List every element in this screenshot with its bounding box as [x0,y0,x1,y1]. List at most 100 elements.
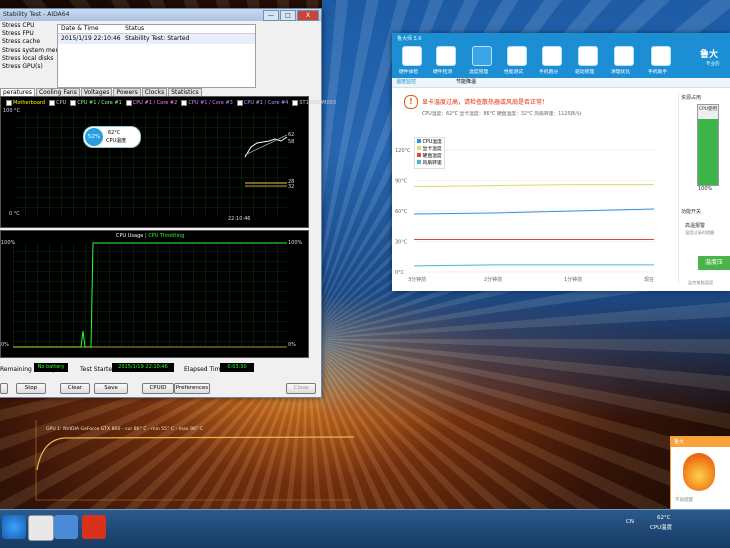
close-button[interactable]: X [297,10,319,21]
save-button[interactable]: Save [94,383,128,394]
legend-swatch [417,153,421,157]
badge-label: CPU温度 [106,138,127,144]
checkbox-icon[interactable] [125,100,132,106]
tab-temp-monitor[interactable]: 温度监控 [396,78,416,87]
stress-cpu-option[interactable]: Stress CPU [2,22,56,30]
badge-percent: 52% [85,128,103,146]
hardware-detect-icon[interactable] [436,46,456,66]
legend-item[interactable]: ST1000DM003 [292,100,336,106]
legend-swatch [417,139,421,143]
checkbox-icon[interactable] [6,100,12,106]
nav-cleanup[interactable]: 清理优化 [611,68,630,75]
broom-icon[interactable] [614,46,634,66]
language-indicator[interactable]: CN [626,519,634,525]
legend-item[interactable]: CPU #1 / Core #3 [181,100,233,106]
close-dialog-button[interactable]: Close [286,383,316,394]
stress-options-list: Stress CPU Stress FPU Stress cache Stres… [2,22,71,71]
stress-cache-option[interactable]: Stress cache [2,38,56,46]
datetime-header[interactable]: Date & Time [58,25,125,33]
legend-swatch [417,160,421,164]
tray-temp-label: CPU温度 [650,525,673,531]
phone-score-icon[interactable] [542,46,562,66]
app-taskbar-icon[interactable] [82,515,106,539]
legend-disk[interactable]: 硬盘温度 [417,153,442,160]
legend-swatch [417,146,421,150]
table-row[interactable]: 2015/1/19 22:10:46 Stability Test: Start… [58,34,255,44]
start-button[interactable] [0,383,8,394]
nav-performance[interactable]: 性能测试 [504,68,523,75]
high-temp-alarm[interactable]: 高温报警 [685,222,705,229]
aida-title: Stability Test - AIDA64 [3,11,70,18]
x-tick-label: 2分钟前 [484,276,502,283]
ie-icon[interactable] [2,515,26,539]
legend-item[interactable]: Motherboard [6,100,45,106]
legend-cpu[interactable]: CPU温度 [417,139,442,146]
nav-phone-assistant[interactable]: 手机助手 [648,68,667,75]
nav-phone-score[interactable]: 手机跑分 [539,68,558,75]
battery-value: No battery [34,363,68,372]
row-status: Stability Test: Started [125,35,190,42]
usage-label: CPU Usage [116,233,144,239]
ludashi-brand: 鲁大 [700,50,719,60]
legend-item[interactable]: CPU [49,100,66,106]
legend-gpu[interactable]: 显卡温度 [417,146,442,153]
driver-icon[interactable] [578,46,598,66]
legend-item[interactable]: CPU #1 / Core #2 [125,100,177,106]
checkbox-icon[interactable] [236,100,243,106]
maximize-button[interactable]: □ [280,10,296,21]
series-line [413,264,654,267]
resource-panel: 资源占用 CPU使用 100% 功能开关 高温报警 温度过高时提醒 温度压 监控… [678,88,730,288]
stop-button[interactable]: Stop [16,383,46,394]
performance-icon[interactable] [507,46,527,66]
preferences-button[interactable]: Preferences [174,383,210,394]
y-tick-label: 120°C [395,148,411,154]
nav-temperature[interactable]: 温度管理 [469,68,488,75]
temperature-icon[interactable] [472,46,492,66]
stress-gpu-option[interactable]: Stress GPU(s) [2,63,56,71]
warning-icon: ! [404,95,418,109]
cpu-usage-meter: CPU使用 [697,104,719,186]
temp-time-label: 22:10:46 [228,216,251,222]
row-datetime: 2015/1/19 22:10:46 [61,35,121,42]
nav-hardware-detect[interactable]: 硬件检测 [433,68,452,75]
aida-taskbar-icon[interactable] [28,515,54,541]
checkbox-icon[interactable] [181,100,188,106]
legend-item[interactable]: CPU #1 / Core #1 [70,100,122,106]
tab-energy-saving[interactable]: 节能降温 [456,78,476,87]
temp-y-bottom: 0 °C [9,211,20,217]
y-tick-label: 0°C [395,270,405,276]
nav-hardware-check[interactable]: 硬件体检 [399,68,418,75]
cpu-usage-label: CPU使用 [698,107,718,112]
legend-fan[interactable]: 风扇转速 [417,160,442,167]
checkbox-icon[interactable] [49,100,56,106]
nav-driver[interactable]: 驱动管理 [575,68,594,75]
checkbox-icon[interactable] [70,100,77,106]
usage-separator: | [144,233,147,239]
temp-boost-button[interactable]: 温度压 [698,256,730,270]
y-tick-label: 60°C [395,209,408,215]
clear-button[interactable]: Clear [60,383,90,394]
x-tick-label: 1分钟前 [564,276,582,283]
phone-assistant-icon[interactable] [651,46,671,66]
ludashi-taskbar-icon[interactable] [54,515,78,539]
stress-memory-option[interactable]: Stress system memory [2,47,71,55]
status-header[interactable]: Status [125,25,144,33]
checkbox-icon[interactable] [292,100,299,106]
legend-label: 风扇转速 [422,161,442,166]
usage-title: CPU Usage | CPU Throttling [116,233,184,239]
badge-temp: 62°C [108,130,121,136]
minimize-button[interactable]: — [263,10,279,21]
cpuid-button[interactable]: CPUID [142,383,174,394]
popup-footer[interactable]: 不再提醒 [675,497,693,503]
cpu-temp-badge[interactable]: 52% 62°C CPU温度 [83,126,141,148]
stress-disks-option[interactable]: Stress local disks [2,55,56,63]
stress-fpu-option[interactable]: Stress FPU [2,30,56,38]
hardware-check-icon[interactable] [402,46,422,66]
tray-temp[interactable]: 62°C [657,515,671,521]
y-tick-label: 90°C [395,179,408,185]
cpu-usage-fill [698,119,718,185]
legend-item[interactable]: CPU #1 / Core #4 [236,100,288,106]
gpu-temp-graph: GPU 1: NVIDIA GeForce GTX 860 - cur 86° … [34,410,354,505]
temp-right-value: 62 [288,132,295,138]
high-temp-note: 温度过高时提醒 [685,230,715,235]
